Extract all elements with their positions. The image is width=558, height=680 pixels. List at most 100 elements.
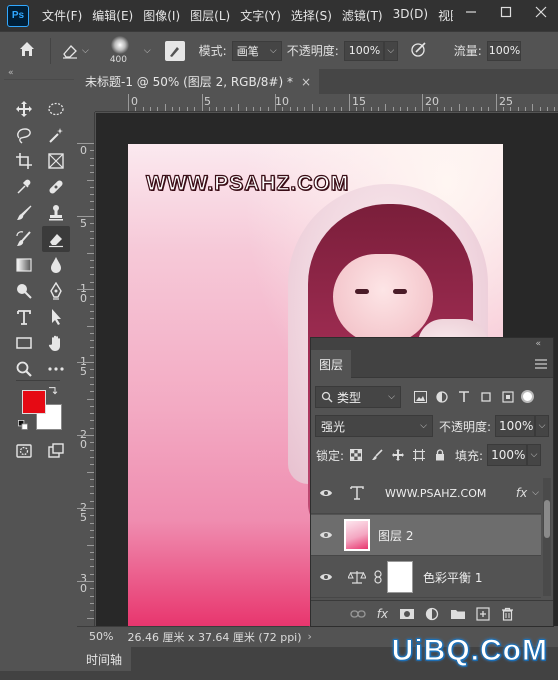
maximize-button[interactable] — [488, 0, 523, 24]
menu-type[interactable]: 文字(Y) — [235, 7, 286, 24]
blur-tool[interactable] — [42, 252, 70, 278]
layer-visibility-toggle[interactable] — [311, 530, 341, 540]
tool-preset-picker[interactable]: ⌵ — [61, 42, 89, 60]
lock-pixels-button[interactable] — [368, 446, 386, 464]
layer-filter-select[interactable]: 类型 ⌵ — [315, 386, 401, 408]
home-button[interactable] — [18, 40, 44, 61]
brush-tool[interactable] — [10, 200, 38, 226]
fx-icon[interactable]: fx — [516, 486, 527, 500]
filter-smart-object-button[interactable] — [499, 388, 517, 406]
brush-size-picker[interactable]: 400 — [101, 33, 141, 69]
filter-type-button[interactable] — [455, 388, 473, 406]
layers-scrollbar[interactable] — [543, 478, 551, 596]
fill-field[interactable]: 100% — [487, 444, 528, 466]
filter-shape-button[interactable] — [477, 388, 495, 406]
zoom-level[interactable]: 50% — [89, 630, 113, 643]
lasso-tool[interactable] — [10, 122, 38, 148]
lock-all-button[interactable] — [431, 446, 449, 464]
scrollbar-thumb[interactable] — [544, 500, 550, 538]
menu-image[interactable]: 图像(I) — [138, 7, 185, 24]
new-layer-icon[interactable] — [476, 606, 490, 621]
lock-position-button[interactable] — [389, 446, 407, 464]
menu-select[interactable]: 选择(S) — [286, 7, 337, 24]
menu-file[interactable]: 文件(F) — [37, 7, 87, 24]
foreground-color-swatch[interactable] — [22, 390, 46, 414]
flow-field[interactable]: 100% — [486, 40, 521, 61]
ruler-tick — [90, 449, 94, 451]
horizontal-ruler[interactable]: 0 5 10 15 20 25 — [95, 94, 558, 112]
close-icon[interactable]: × — [301, 75, 311, 89]
layer-visibility-toggle[interactable] — [311, 572, 341, 582]
opacity-field[interactable]: 100% — [343, 40, 384, 61]
layer-row-text[interactable]: WWW.PSAHZ.COM fx ⌵ — [311, 473, 541, 514]
move-tool[interactable] — [10, 96, 38, 122]
dodge-tool[interactable] — [10, 278, 38, 304]
pressure-opacity-button[interactable] — [410, 40, 428, 61]
layer-mask-thumbnail[interactable] — [387, 561, 413, 593]
type-tool[interactable] — [10, 304, 38, 330]
chevron-down-icon[interactable]: ⌵ — [532, 488, 539, 498]
tab-layers[interactable]: 图层 — [311, 350, 351, 378]
opacity-dropdown[interactable]: ⌵ — [383, 40, 398, 61]
chevron-right-icon[interactable]: › — [308, 630, 312, 643]
photoshop-logo[interactable]: Ps — [7, 4, 29, 27]
default-colors-button[interactable] — [16, 418, 30, 432]
layer-row-adjustment[interactable]: 色彩平衡 1 — [311, 557, 541, 598]
menu-3d[interactable]: 3D(D) — [388, 7, 433, 24]
layer-row-pixel[interactable]: 图层 2 — [311, 515, 541, 556]
eyedropper-tool[interactable] — [10, 174, 38, 200]
pen-tool[interactable] — [42, 278, 70, 304]
document-tab[interactable]: 未标题-1 @ 50% (图层 2, RGB/8#) * × — [77, 69, 320, 94]
screen-mode-button[interactable] — [42, 438, 70, 464]
blend-mode-select[interactable]: 强光 ⌵ — [315, 415, 433, 437]
filter-pixel-button[interactable] — [411, 388, 429, 406]
lock-transparent-button[interactable] — [347, 446, 365, 464]
healing-brush-tool[interactable] — [42, 174, 70, 200]
tools-collapse-handle[interactable]: « — [0, 69, 76, 79]
quick-mask-button[interactable] — [10, 438, 38, 464]
brush-icon — [17, 205, 32, 220]
close-window-button[interactable] — [523, 0, 558, 24]
tab-timeline[interactable]: 时间轴 — [77, 647, 132, 671]
link-layers-icon[interactable] — [350, 608, 366, 620]
magic-wand-tool[interactable] — [42, 122, 70, 148]
path-selection-tool[interactable] — [42, 304, 70, 330]
layer-visibility-toggle[interactable] — [311, 488, 341, 498]
add-mask-icon[interactable] — [399, 608, 415, 620]
clone-stamp-tool[interactable] — [42, 200, 70, 226]
history-brush-tool[interactable] — [10, 226, 38, 252]
chevron-down-icon[interactable]: ⌵ — [144, 46, 151, 56]
layer-opacity-field[interactable]: 100% — [495, 415, 536, 437]
panel-menu-button[interactable] — [535, 358, 547, 372]
filter-toggle[interactable] — [521, 390, 534, 403]
zoom-tool[interactable] — [10, 356, 38, 382]
hand-tool[interactable] — [42, 330, 70, 356]
eraser-tool[interactable] — [42, 226, 70, 252]
mode-select[interactable]: 画笔 ⌵ — [231, 40, 282, 61]
more-tools-button[interactable] — [42, 356, 70, 382]
brush-settings-button[interactable] — [164, 40, 185, 61]
document-info[interactable]: 26.46 厘米 x 37.64 厘米 (72 ppi) — [127, 629, 301, 645]
marquee-tool[interactable] — [42, 96, 70, 122]
filter-adjustment-button[interactable] — [433, 388, 451, 406]
menu-edit[interactable]: 编辑(E) — [87, 7, 138, 24]
link-icon[interactable] — [373, 570, 383, 584]
layer-opacity-dropdown[interactable]: ⌵ — [535, 415, 550, 437]
trash-icon[interactable] — [501, 607, 514, 621]
folder-icon[interactable] — [450, 608, 466, 620]
fill-dropdown[interactable]: ⌵ — [527, 444, 542, 466]
menu-filter[interactable]: 滤镜(T) — [337, 7, 388, 24]
add-style-icon[interactable]: fx — [377, 607, 388, 621]
vertical-ruler[interactable]: 0 5 1 0 1 5 2 0 2 5 3 0 — [77, 112, 95, 626]
ruler-corner[interactable] — [77, 94, 95, 112]
frame-tool[interactable] — [42, 148, 70, 174]
minimize-button[interactable] — [453, 0, 488, 24]
panel-collapse-button[interactable]: « — [311, 338, 553, 350]
rectangle-tool[interactable] — [10, 330, 38, 356]
lock-artboard-button[interactable] — [410, 446, 428, 464]
menu-layer[interactable]: 图层(L) — [185, 7, 235, 24]
gradient-tool[interactable] — [10, 252, 38, 278]
adjustment-layer-icon[interactable] — [425, 607, 439, 621]
swap-colors-button[interactable] — [44, 384, 62, 398]
crop-tool[interactable] — [10, 148, 38, 174]
